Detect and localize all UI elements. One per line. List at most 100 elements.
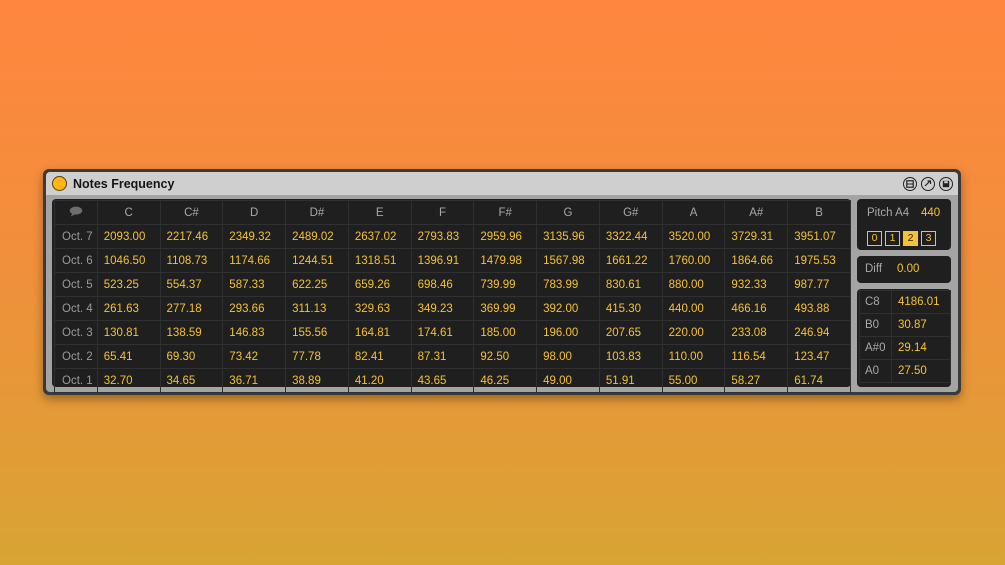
frequency-cell: 1760.00	[661, 248, 726, 273]
pitch-value[interactable]: 440	[921, 207, 940, 219]
frequency-cell: 415.30	[598, 296, 663, 321]
column-header: G#	[598, 200, 663, 225]
diff-panel: Diff 0.00	[857, 256, 951, 283]
frequency-cell: 130.81	[96, 320, 161, 345]
frequency-cell: 43.65	[410, 368, 475, 393]
hot-swap-icon[interactable]	[921, 176, 935, 191]
frequency-cell: 185.00	[473, 320, 538, 345]
column-header: E	[347, 200, 412, 225]
frequency-cell: 58.27	[724, 368, 789, 393]
frequency-cell: 277.18	[159, 296, 224, 321]
frequency-cell: 880.00	[661, 272, 726, 297]
frequency-cell: 1244.51	[285, 248, 349, 273]
frequency-cell: 1661.22	[598, 248, 663, 273]
frequency-cell: 1396.91	[410, 248, 475, 273]
column-header: A	[661, 200, 726, 225]
power-toggle[interactable]	[52, 176, 67, 191]
frequency-cell: 207.65	[598, 320, 663, 345]
octave-buttons: 0123	[867, 231, 936, 246]
frequency-cell: 55.00	[661, 368, 726, 393]
frequency-cell: 2637.02	[347, 224, 412, 249]
frequency-cell: 739.99	[473, 272, 538, 297]
frequency-cell: 2349.32	[222, 224, 287, 249]
frequency-cell: 146.83	[222, 320, 287, 345]
frequency-table: C C# D D# E F F# G G# A A# B Oct. 7 2093.00 2217.46 23…	[54, 200, 851, 393]
reference-frequency: 30.87	[891, 313, 951, 337]
frequency-cell: 1975.53	[787, 248, 851, 273]
reference-note: A#0	[859, 336, 892, 360]
frequency-cell: 783.99	[536, 272, 600, 297]
frequency-cell: 2793.83	[410, 224, 475, 249]
frequency-cell: 49.00	[536, 368, 600, 393]
frequency-cell: 2959.96	[473, 224, 538, 249]
octave-button-1[interactable]: 1	[885, 231, 900, 246]
octave-label: Oct. 3	[54, 320, 98, 345]
frequency-cell: 164.81	[347, 320, 412, 345]
reference-row: C8 4186.01	[859, 290, 951, 314]
frequency-cell: 311.13	[285, 296, 349, 321]
device-title: Notes Frequency	[73, 176, 175, 191]
frequency-cell: 987.77	[787, 272, 851, 297]
frequency-cell: 116.54	[724, 344, 789, 369]
reference-frequency: 4186.01	[891, 290, 951, 314]
frequency-cell: 698.46	[410, 272, 475, 297]
frequency-cell: 261.63	[96, 296, 161, 321]
frequency-cell: 98.00	[536, 344, 600, 369]
save-preset-icon[interactable]	[939, 176, 953, 191]
frequency-cell: 3520.00	[661, 224, 726, 249]
octave-button-3[interactable]: 3	[921, 231, 936, 246]
frequency-cell: 103.83	[598, 344, 663, 369]
reference-note: B0	[859, 313, 892, 337]
frequency-cell: 1567.98	[536, 248, 600, 273]
frequency-cell: 369.99	[473, 296, 538, 321]
frequency-cell: 155.56	[285, 320, 349, 345]
frequency-cell: 523.25	[96, 272, 161, 297]
reference-note: C8	[859, 290, 892, 314]
table-row: Oct. 6 1046.50 1108.73 1174.66 1244.51 1318.5…	[54, 248, 851, 273]
diff-value: 0.00	[897, 263, 920, 275]
frequency-cell: 69.30	[159, 344, 224, 369]
reference-frequency: 29.14	[891, 336, 951, 360]
frequency-cell: 830.61	[598, 272, 663, 297]
reference-row: A0 27.50	[859, 359, 951, 383]
frequency-cell: 36.71	[222, 368, 287, 393]
frequency-cell: 3135.96	[536, 224, 600, 249]
table-row: Oct. 2 65.41 69.30 73.42 77.78 82.41 87.31 92.5…	[54, 344, 851, 369]
frequency-table-panel: C C# D D# E F F# G G# A A# B Oct. 7 2093.00 2217.46 23…	[52, 199, 851, 393]
frequency-cell: 73.42	[222, 344, 287, 369]
frequency-cell: 1046.50	[96, 248, 161, 273]
octave-button-2[interactable]: 2	[903, 231, 918, 246]
frequency-cell: 246.94	[787, 320, 851, 345]
octave-label: Oct. 7	[54, 224, 98, 249]
frequency-cell: 329.63	[347, 296, 412, 321]
device-body: C C# D D# E F F# G G# A A# B Oct. 7 2093.00 2217.46 23…	[46, 195, 958, 393]
column-header: G	[536, 200, 600, 225]
frequency-cell: 220.00	[661, 320, 726, 345]
octave-button-0[interactable]: 0	[867, 231, 882, 246]
reference-row: A#0 29.14	[859, 336, 951, 360]
frequency-cell: 659.26	[347, 272, 412, 297]
frequency-cell: 2093.00	[96, 224, 161, 249]
frequency-cell: 196.00	[536, 320, 600, 345]
frequency-cell: 349.23	[410, 296, 475, 321]
reference-frequency: 27.50	[891, 359, 951, 383]
frequency-cell: 1174.66	[222, 248, 287, 273]
map-icon[interactable]	[903, 176, 917, 191]
comment-icon[interactable]	[54, 200, 98, 225]
octave-label: Oct. 1	[54, 368, 98, 393]
frequency-cell: 493.88	[787, 296, 851, 321]
octave-label: Oct. 4	[54, 296, 98, 321]
frequency-cell: 932.33	[724, 272, 789, 297]
pitch-panel: Pitch A4 440 0123	[857, 199, 951, 250]
reference-note: A0	[859, 359, 892, 383]
frequency-cell: 293.66	[222, 296, 287, 321]
column-header: B	[787, 200, 851, 225]
frequency-cell: 233.08	[724, 320, 789, 345]
reference-table: C8 4186.01 B0 30.87 A#0 29.14 A0 27.50	[859, 290, 951, 383]
frequency-cell: 3729.31	[724, 224, 789, 249]
column-header: F#	[473, 200, 538, 225]
frequency-cell: 440.00	[661, 296, 726, 321]
frequency-cell: 46.25	[473, 368, 538, 393]
frequency-cell: 587.33	[222, 272, 287, 297]
title-bar: Notes Frequency	[46, 172, 958, 195]
